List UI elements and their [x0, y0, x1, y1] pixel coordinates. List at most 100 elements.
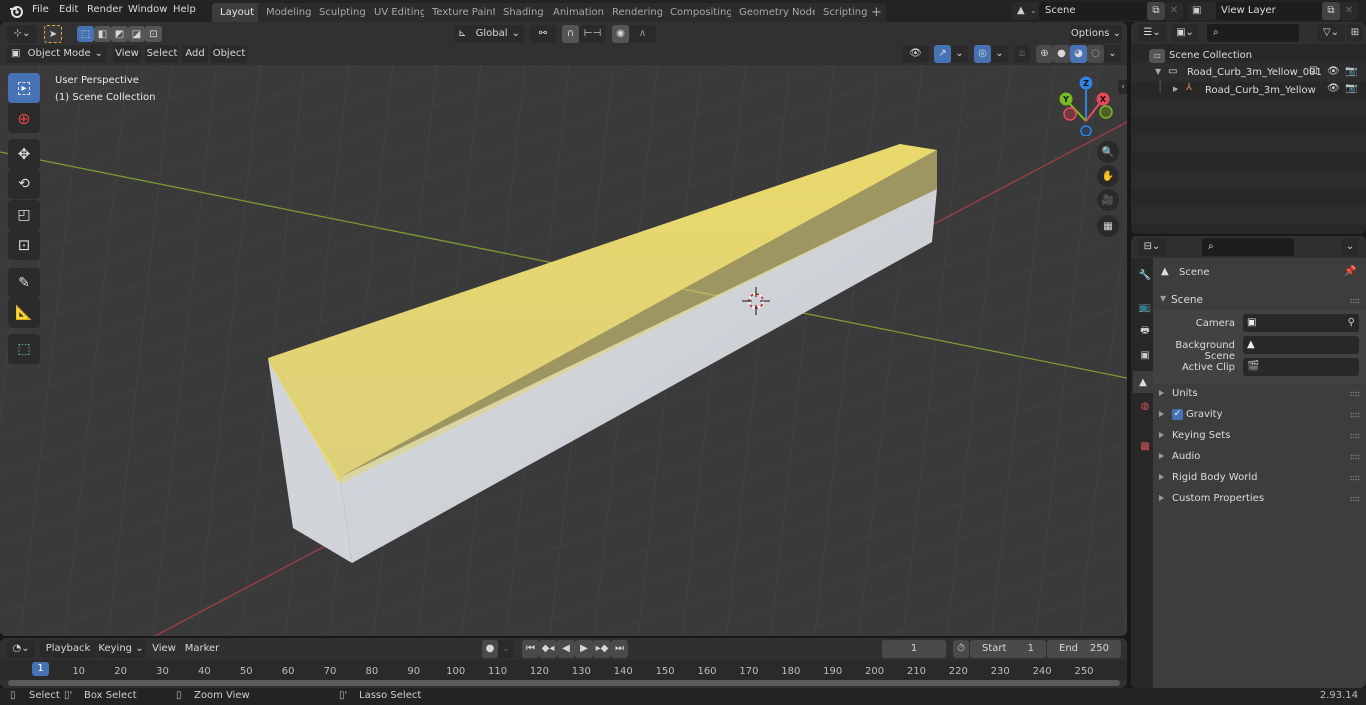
snap-target-dropdown[interactable]: ⊢⊣	[579, 25, 606, 43]
eyedropper-icon[interactable]: ⚲	[1348, 314, 1355, 332]
select-mode-new[interactable]: ⬚	[77, 26, 94, 42]
tab-animation[interactable]: Animation	[545, 3, 612, 22]
pan-view-button[interactable]: ✋	[1097, 165, 1119, 187]
options-dropdown[interactable]: Options ⌄	[1070, 25, 1122, 43]
properties-editor-type-dropdown[interactable]: ⊟⌄	[1138, 238, 1166, 256]
pin-icon[interactable]: 📌	[1344, 266, 1356, 277]
rigid-body-world-panel[interactable]: Rigid Body World	[1153, 468, 1366, 488]
shading-solid[interactable]: ●	[1053, 45, 1070, 63]
expand-triangle-icon[interactable]: ▼	[1155, 67, 1161, 76]
tab-layout[interactable]: Layout	[212, 3, 262, 22]
proportional-falloff-dropdown[interactable]: ∧	[629, 25, 656, 43]
outliner-row-object[interactable]: │ ▶ ⅄ Road_Curb_3m_Yellow 👁 📷	[1131, 82, 1366, 99]
camera-render-icon[interactable]: 📷	[1345, 83, 1357, 94]
timeline-menu-marker[interactable]: Marker	[184, 640, 220, 658]
tool-scale[interactable]: ◰	[8, 200, 40, 230]
add-workspace-button[interactable]: +	[867, 3, 886, 22]
tool-measure[interactable]: 📐	[8, 298, 40, 328]
navigation-gizmo[interactable]: Z Y X	[1055, 74, 1117, 136]
editor-type-dropdown[interactable]: ⊹⌄	[7, 25, 37, 43]
next-keyframe-button[interactable]: ▸◆	[593, 640, 611, 658]
view-layer-name-field[interactable]: View Layer	[1216, 2, 1322, 20]
new-collection-button[interactable]: ⊞	[1347, 24, 1363, 42]
drag-handle-icon[interactable]	[1350, 433, 1360, 439]
tab-output[interactable]: 🖶	[1135, 320, 1155, 342]
outliner-editor-type-dropdown[interactable]: ☰⌄	[1138, 24, 1166, 42]
prev-keyframe-button[interactable]: ◆◂	[539, 640, 557, 658]
tab-texture-paint[interactable]: Texture Paint	[424, 3, 505, 22]
menu-view[interactable]: View	[113, 45, 141, 63]
custom-properties-panel[interactable]: Custom Properties	[1153, 489, 1366, 509]
select-mode-invert[interactable]: ◪	[128, 26, 145, 42]
menu-object[interactable]: Object	[211, 45, 247, 63]
menu-edit[interactable]: Edit	[59, 4, 78, 15]
snap-toggle[interactable]: ∩	[562, 25, 579, 43]
select-tool-toggle[interactable]: ➤	[44, 25, 62, 43]
tab-sculpting[interactable]: Sculpting	[311, 3, 374, 22]
timeline-scrollbar[interactable]	[8, 680, 1120, 686]
play-button[interactable]: ▶	[575, 640, 593, 658]
play-reverse-button[interactable]: ◀	[557, 640, 575, 658]
menu-select[interactable]: Select	[145, 45, 179, 63]
select-mode-extend[interactable]: ◧	[94, 26, 111, 42]
display-mode-dropdown[interactable]: ▣⌄	[1171, 24, 1199, 42]
eye-visibility-icon[interactable]: 👁	[1327, 83, 1340, 94]
proportional-edit-toggle[interactable]: ◉	[612, 25, 629, 43]
tab-view-layer[interactable]: ▣	[1135, 344, 1155, 366]
gizmo-dropdown[interactable]: ⌄	[951, 45, 968, 63]
3d-viewport[interactable]: ⊹⌄ ➤ ⬚ ◧ ◩ ◪ ⊡ ⊾ Global ⌄ ⚯ ∩ ⊢⊣ ◉ ∧ Opt…	[0, 22, 1127, 636]
outliner-scene-collection[interactable]: ▭ Scene Collection	[1149, 48, 1252, 64]
shading-dropdown[interactable]: ⌄	[1104, 45, 1121, 63]
outliner-search-input[interactable]: ⌕	[1207, 24, 1299, 42]
tab-world[interactable]: ◍	[1135, 395, 1155, 417]
scene-name-field[interactable]: Scene	[1039, 2, 1147, 20]
blender-logo-icon[interactable]	[9, 4, 23, 18]
playback-dropdown[interactable]: Playback ⌄	[40, 640, 96, 672]
start-frame-field[interactable]: Start 1	[970, 640, 1046, 658]
select-mode-subtract[interactable]: ◩	[111, 26, 128, 42]
drag-handle-icon[interactable]	[1350, 412, 1360, 418]
drag-handle-icon[interactable]	[1350, 391, 1360, 397]
exclude-checkbox[interactable]: ☑	[1309, 66, 1318, 77]
jump-to-start-button[interactable]: ⏮	[522, 640, 539, 658]
filter-dropdown[interactable]: ▽⌄	[1317, 24, 1345, 42]
gravity-checkbox[interactable]: ✓	[1172, 408, 1183, 420]
current-frame-field[interactable]: 1	[882, 640, 946, 658]
active-clip-field[interactable]: 🎬	[1243, 358, 1359, 376]
tab-shading[interactable]: Shading	[495, 3, 552, 22]
gizmo-toggle[interactable]: ↗	[934, 45, 951, 63]
eye-visibility-icon[interactable]: 👁	[1327, 66, 1340, 77]
camera-field[interactable]: ▣ ⚲	[1243, 314, 1359, 332]
camera-render-icon[interactable]: 📷	[1345, 66, 1357, 77]
drag-handle-icon[interactable]	[1350, 496, 1360, 502]
preview-range-toggle[interactable]: ⏱	[953, 640, 969, 658]
camera-view-button[interactable]: 🎥	[1097, 189, 1119, 211]
overlays-toggle[interactable]: ◎	[974, 45, 991, 63]
expand-triangle-icon[interactable]: ▶	[1173, 85, 1178, 93]
tab-scene[interactable]: ▲	[1133, 371, 1153, 393]
xray-toggle[interactable]: ⧈	[1014, 45, 1030, 63]
delete-scene-button[interactable]: ✕	[1165, 2, 1183, 20]
shading-rendered[interactable]: ◌	[1087, 45, 1104, 63]
select-mode-intersect[interactable]: ⊡	[145, 26, 162, 42]
keying-options-dropdown[interactable]: ⌄	[498, 640, 514, 658]
perspective-toggle-button[interactable]: ▦	[1097, 215, 1119, 237]
shading-material-preview[interactable]: ◕	[1070, 45, 1087, 63]
keying-dropdown[interactable]: Keying ⌄	[97, 640, 145, 658]
drag-handle-icon[interactable]	[1350, 475, 1360, 481]
tab-tool[interactable]: 🔧	[1135, 264, 1155, 286]
tool-annotate[interactable]: ✎	[8, 268, 40, 298]
shading-wireframe[interactable]: ⊕	[1036, 45, 1053, 63]
view-layer-type-dropdown[interactable]: ▣	[1188, 2, 1216, 20]
tool-cursor[interactable]: ⊕	[8, 103, 40, 133]
new-view-layer-button[interactable]: ⧉	[1322, 2, 1340, 20]
viewport-scene[interactable]	[0, 22, 1127, 636]
drag-handle-icon[interactable]	[1350, 454, 1360, 460]
menu-add[interactable]: Add	[182, 45, 208, 63]
tab-render[interactable]: 📺	[1135, 296, 1155, 318]
auto-keying-toggle[interactable]: ●	[482, 640, 498, 658]
tool-move[interactable]: ✥	[8, 139, 40, 169]
zoom-view-button[interactable]: 🔍	[1097, 141, 1119, 163]
pivot-point-dropdown[interactable]: ⚯	[530, 25, 556, 43]
end-frame-field[interactable]: End 250	[1047, 640, 1121, 658]
